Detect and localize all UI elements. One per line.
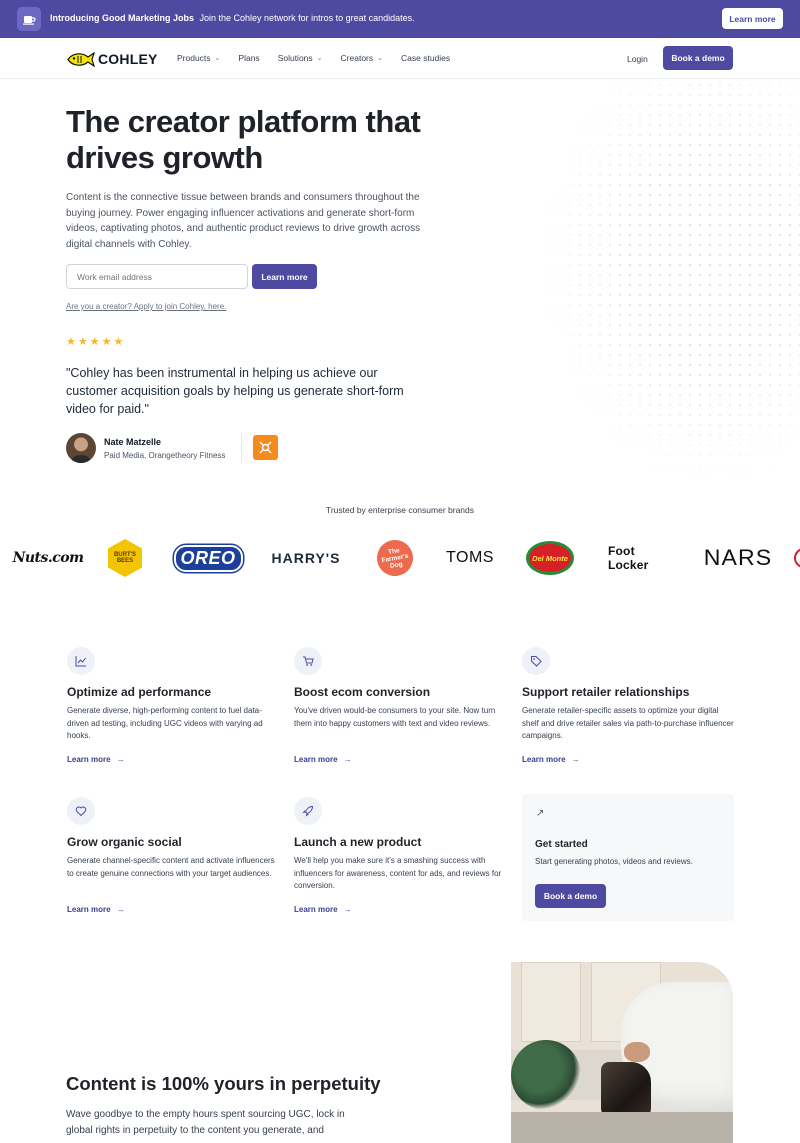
nav-item-label: Plans: [238, 53, 260, 63]
logo-wordmark: COHLEY: [98, 51, 158, 67]
hero-learn-more-button[interactable]: Learn more: [252, 264, 317, 289]
feature-title: Support retailer relationships: [522, 685, 690, 699]
fish-logo-icon: [67, 51, 95, 67]
get-started-description: Start generating photos, videos and revi…: [535, 857, 693, 866]
feature-card-organic-social: Grow organic social Generate channel-spe…: [67, 797, 279, 914]
announcement-body: Join the Cohley network for intros to gr…: [199, 13, 415, 23]
brand-logo-foot-locker: Foot Locker: [608, 544, 649, 572]
feature-link-label: Learn more: [67, 905, 111, 914]
feature-learn-more-link[interactable]: Learn more →: [294, 905, 352, 914]
login-link[interactable]: Login: [627, 54, 648, 64]
arrow-right-icon: →: [571, 755, 580, 764]
brand-logo-oreo-text: OREO: [173, 544, 243, 572]
brand-logo-partial: [794, 535, 800, 581]
feature-description: Generate channel-specific content and ac…: [67, 856, 275, 878]
brand-logo-nuts: Nuts.com: [12, 550, 84, 566]
feature-card-new-product: Launch a new product We'll help you make…: [294, 797, 506, 914]
orangetheory-logo: [253, 435, 278, 460]
cohley-logo[interactable]: COHLEY: [67, 51, 158, 67]
nav-item-products[interactable]: Products ⌄: [177, 53, 220, 63]
feature-link-label: Learn more: [294, 905, 338, 914]
arrow-right-icon: →: [343, 905, 352, 914]
feature-link-label: Learn more: [67, 755, 111, 764]
announcement-headline: Introducing Good Marketing Jobs: [50, 13, 194, 23]
brand-logo-toms: TOMS: [446, 549, 494, 566]
feature-card-retailer-relationships: Support retailer relationships Generate …: [522, 647, 734, 764]
feature-title: Launch a new product: [294, 835, 422, 849]
announcement-text: Introducing Good Marketing Jobs Join the…: [50, 13, 415, 23]
brand-logo-oreo: OREO: [173, 535, 243, 581]
coffee-pour-photo: [511, 962, 733, 1143]
get-started-book-demo-button[interactable]: Book a demo: [535, 884, 606, 908]
work-email-input[interactable]: [66, 264, 248, 289]
creator-apply-link[interactable]: Are you a creator? Apply to join Cohley,…: [66, 302, 226, 311]
arrow-right-icon: →: [343, 755, 352, 764]
nav-item-case-studies[interactable]: Case studies: [401, 53, 450, 63]
trusted-heading: Trusted by enterprise consumer brands: [325, 505, 475, 515]
feature-description: Generate retailer-specific assets to opt…: [522, 706, 734, 740]
perpetuity-title: Content is 100% yours in perpetuity: [66, 1073, 381, 1094]
testimonial-author-role: Paid Media, Orangetheory Fitness: [104, 451, 226, 460]
chart-icon: [67, 647, 95, 675]
rating-stars: ★★★★★: [66, 336, 126, 348]
brand-logo-strip: Nuts.com BURT'S BEES OREO HARRY'S The Fa…: [0, 535, 800, 581]
brand-logo-burts-bees-text: BURT'S BEES: [108, 539, 142, 577]
arrow-up-right-icon: ↗: [536, 808, 545, 819]
arrow-right-icon: →: [116, 755, 125, 764]
brand-logo-farmers-dog: The Farmer's Dog: [374, 535, 416, 581]
perpetuity-description: Wave goodbye to the empty hours spent so…: [66, 1109, 345, 1136]
brand-logo-burts-bees: BURT'S BEES: [107, 535, 143, 581]
feature-link-label: Learn more: [294, 755, 338, 764]
nav-item-label: Case studies: [401, 53, 451, 63]
coffee-icon: [17, 7, 41, 31]
heart-icon: [67, 797, 95, 825]
feature-learn-more-link[interactable]: Learn more →: [67, 755, 125, 764]
feature-description: You've driven would-be consumers to your…: [294, 706, 496, 728]
brand-logo-del-monte: Del Monte: [525, 535, 575, 581]
announcement-bar: Introducing Good Marketing Jobs Join the…: [0, 0, 800, 38]
chevron-down-icon: ⌄: [214, 55, 221, 62]
brand-logo-nars: NARS: [703, 545, 773, 570]
feature-learn-more-link[interactable]: Learn more →: [294, 755, 352, 764]
announcement-learn-more-button[interactable]: Learn more: [722, 8, 783, 29]
brand-logo-farmers-dog-text: The Farmer's Dog: [374, 537, 416, 579]
brand-logo-harrys: HARRY'S: [271, 550, 341, 566]
feature-card-ecom-conversion: Boost ecom conversion You've driven woul…: [294, 647, 506, 764]
nav-links: Products ⌄ Plans Solutions ⌄ Creators ⌄ Cas…: [177, 53, 468, 63]
feature-title: Grow organic social: [67, 835, 182, 849]
hero-title: The creator platform that drives growth: [66, 104, 421, 175]
nav-item-solutions[interactable]: Solutions ⌄: [278, 53, 323, 63]
testimonial-quote: "Cohley has been instrumental in helping…: [66, 366, 404, 416]
rocket-icon: [294, 797, 322, 825]
avatar: [66, 433, 96, 463]
nav-item-label: Products: [177, 53, 211, 63]
nav-item-label: Creators: [340, 53, 374, 63]
hero-description: Content is the connective tissue between…: [66, 192, 421, 250]
nav-item-creators[interactable]: Creators ⌄: [341, 53, 383, 63]
chevron-down-icon: ⌄: [377, 55, 383, 62]
nav-item-label: Solutions: [277, 53, 313, 63]
cart-icon: [294, 647, 322, 675]
feature-description: We'll help you make sure it's a smashing…: [294, 856, 502, 890]
feature-title: Boost ecom conversion: [294, 685, 431, 699]
get-started-title: Get started: [535, 839, 588, 850]
get-started-card: ↗ Get started Start generating photos, v…: [522, 794, 734, 921]
chevron-down-icon: ⌄: [316, 55, 323, 62]
arrow-right-icon: →: [116, 905, 125, 914]
feature-description: Generate diverse, high-performing conten…: [67, 706, 263, 740]
dot-pattern-decoration: [545, 80, 800, 480]
testimonial-author-name: Nate Matzelle: [104, 437, 162, 447]
feature-title: Optimize ad performance: [67, 685, 212, 699]
nav-item-plans[interactable]: Plans: [238, 53, 259, 63]
top-nav: COHLEY Products ⌄ Plans Solutions ⌄ Creato…: [0, 38, 800, 79]
feature-learn-more-link[interactable]: Learn more →: [522, 755, 580, 764]
book-demo-button[interactable]: Book a demo: [663, 46, 733, 70]
feature-link-label: Learn more: [522, 755, 566, 764]
tag-icon: [522, 647, 550, 675]
divider: [241, 433, 242, 463]
feature-card-ad-performance: Optimize ad performance Generate diverse…: [67, 647, 279, 764]
brand-logo-del-monte-text: Del Monte: [526, 541, 574, 575]
feature-learn-more-link[interactable]: Learn more →: [67, 905, 125, 914]
